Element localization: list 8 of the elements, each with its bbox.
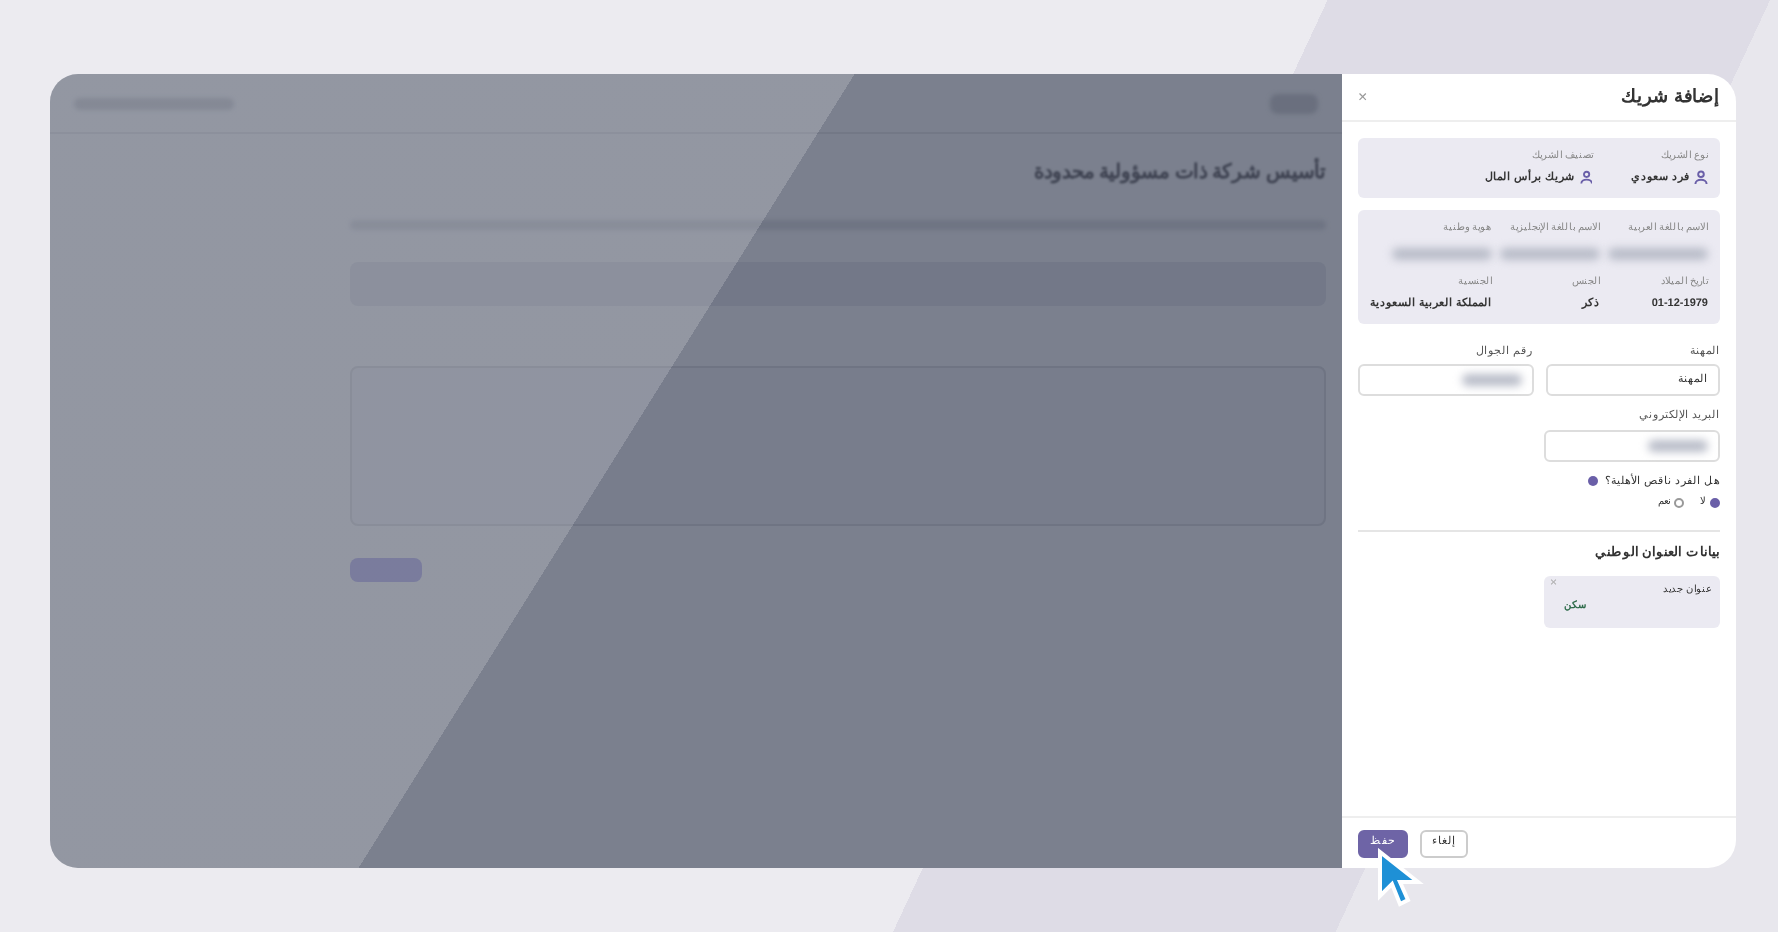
person-icon [1579, 170, 1593, 185]
radio-button[interactable] [1674, 498, 1684, 508]
input-field[interactable] [1544, 429, 1720, 461]
input-field[interactable] [1358, 364, 1533, 397]
radio-button[interactable] [1710, 498, 1720, 508]
info-icon [1588, 476, 1599, 487]
person-icon [1694, 170, 1708, 185]
drawer-title: إضافة شريك [1620, 83, 1720, 111]
